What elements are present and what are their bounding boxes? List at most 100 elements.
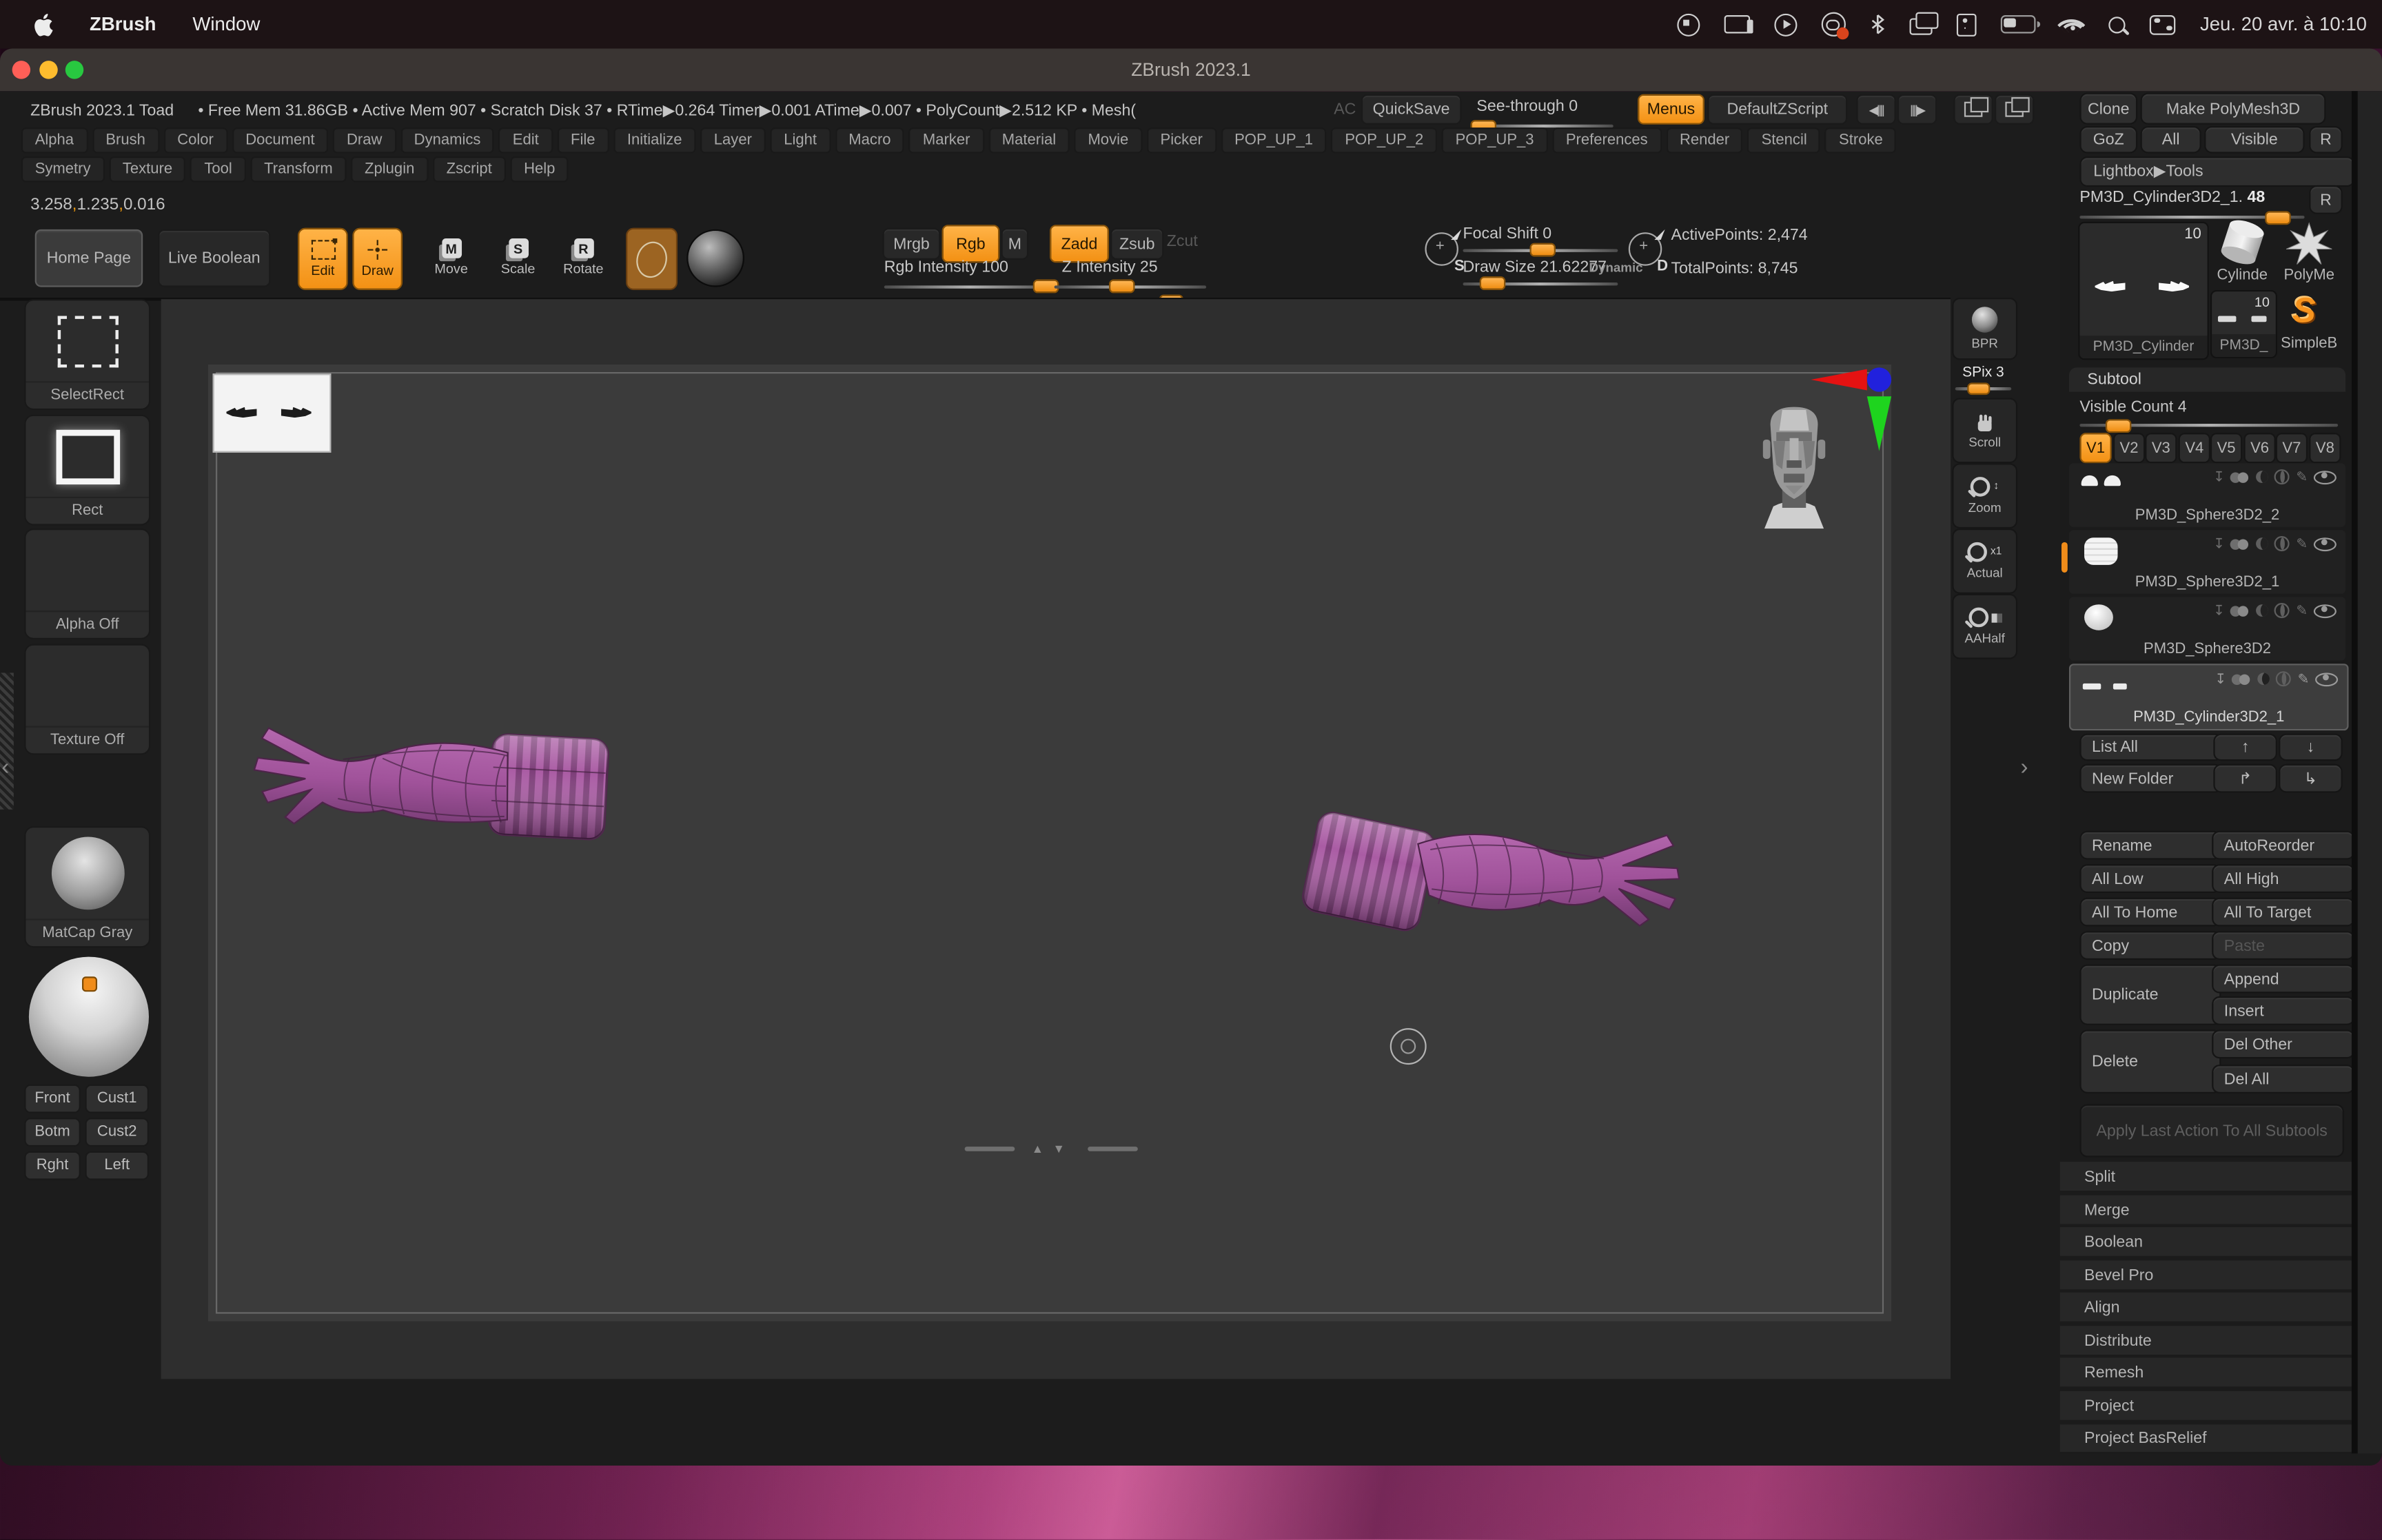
- draw-mode-button[interactable]: Draw: [352, 228, 403, 290]
- new-folder-button[interactable]: New Folder: [2079, 764, 2222, 793]
- axis-y-arrow[interactable]: [1867, 396, 1891, 451]
- menu-material[interactable]: Material: [988, 127, 1070, 153]
- active-tool-thumbnail[interactable]: 10 PM3D_Cylinder: [2078, 222, 2209, 360]
- scroll-down-icon[interactable]: ▼: [1052, 1142, 1064, 1156]
- store-config-button[interactable]: [1953, 94, 1993, 125]
- delete-button[interactable]: Delete: [2079, 1029, 2221, 1094]
- v4-button[interactable]: V4: [2179, 433, 2210, 463]
- current-material-button[interactable]: [686, 229, 744, 287]
- view-left-button[interactable]: Left: [85, 1151, 149, 1180]
- creative-cloud-icon[interactable]: [1822, 12, 1846, 37]
- v8-button[interactable]: V8: [2309, 433, 2341, 463]
- move-to-folder-button[interactable]: ↱: [2213, 764, 2277, 793]
- list-all-button[interactable]: List All: [2079, 734, 2222, 761]
- v7-button[interactable]: V7: [2276, 433, 2308, 463]
- view-cust2-button[interactable]: Cust2: [85, 1118, 149, 1147]
- draw-size-knob[interactable]: [1480, 276, 1505, 290]
- mrgb-button[interactable]: Mrgb: [883, 228, 941, 260]
- current-brush-button[interactable]: [626, 228, 678, 290]
- all-to-target-button[interactable]: All To Target: [2212, 898, 2354, 927]
- merge-button[interactable]: Merge: [2060, 1195, 2352, 1224]
- quicksave-button[interactable]: QuickSave: [1361, 94, 1461, 125]
- home-page-button[interactable]: Home Page: [35, 229, 143, 287]
- menu-movie[interactable]: Movie: [1075, 127, 1142, 153]
- subtool-up-button[interactable]: ↑: [2213, 734, 2277, 761]
- apply-last-action-button[interactable]: Apply Last Action To All Subtools: [2079, 1104, 2344, 1157]
- goz-visible-button[interactable]: Visible: [2204, 126, 2304, 154]
- apple-icon[interactable]: [33, 13, 53, 36]
- menubar-window-menu[interactable]: Window: [192, 14, 260, 35]
- eye-icon[interactable]: [2314, 470, 2337, 484]
- battery-icon[interactable]: [2001, 15, 2036, 33]
- actual-size-button[interactable]: x1 Actual: [1952, 528, 2017, 594]
- menu-symetry[interactable]: Symetry: [21, 156, 105, 182]
- v3-button[interactable]: V3: [2145, 433, 2177, 463]
- goz-r-button[interactable]: R: [2309, 126, 2342, 154]
- lightbox-tools-button[interactable]: Lightbox▶Tools: [2079, 156, 2354, 187]
- menu-zscript[interactable]: Zscript: [433, 156, 506, 182]
- edit-mode-button[interactable]: Edit: [298, 228, 348, 290]
- menu-render[interactable]: Render: [1666, 127, 1743, 153]
- menu-light[interactable]: Light: [770, 127, 830, 153]
- visible-count-knob[interactable]: [2106, 419, 2131, 433]
- record-icon[interactable]: [1678, 13, 1700, 36]
- tool-r-button[interactable]: R: [2309, 185, 2342, 214]
- stroke-rect-selector[interactable]: Rect: [24, 415, 150, 526]
- left-tray-toggle-icon[interactable]: ‹: [1, 754, 9, 780]
- next-ui-page-button[interactable]: ||||▶: [1897, 94, 1937, 125]
- scroll-canvas-button[interactable]: Scroll: [1952, 398, 2017, 463]
- menu-tool[interactable]: Tool: [191, 156, 246, 182]
- remesh-button[interactable]: Remesh: [2060, 1357, 2352, 1386]
- zcut-button[interactable]: Zcut: [1167, 232, 1198, 250]
- subtool-row[interactable]: ↧✎ PM3D_Sphere3D2: [2069, 597, 2345, 661]
- menu-document[interactable]: Document: [232, 127, 328, 153]
- all-high-button[interactable]: All High: [2212, 864, 2354, 893]
- focal-shift-knob[interactable]: [1530, 243, 1556, 257]
- draw-size-stamp-icon[interactable]: D: [1629, 229, 1668, 275]
- subtool-header[interactable]: Subtool: [2069, 367, 2345, 391]
- axis-z-dot[interactable]: [1867, 367, 1891, 391]
- scale-mode-button[interactable]: SScale: [497, 228, 540, 287]
- rgb-intensity-slider[interactable]: [884, 285, 1056, 288]
- canvas-scroll-bar-right[interactable]: [1088, 1147, 1138, 1151]
- subtool-row-selected[interactable]: ↧✎ PM3D_Cylinder3D2_1: [2069, 664, 2349, 730]
- m-button[interactable]: M: [1001, 228, 1029, 260]
- move-into-folder-button[interactable]: ↳: [2279, 764, 2343, 793]
- wifi-icon[interactable]: [2060, 15, 2084, 33]
- view-cust1-button[interactable]: Cust1: [85, 1085, 149, 1113]
- paste-button[interactable]: Paste: [2212, 931, 2354, 960]
- bluetooth-icon[interactable]: [1871, 14, 1886, 35]
- menu-dynamics[interactable]: Dynamics: [400, 127, 494, 153]
- bevel-pro-button[interactable]: Bevel Pro: [2060, 1260, 2352, 1289]
- left-tray-resize-strip[interactable]: [0, 673, 14, 809]
- menu-picker[interactable]: Picker: [1147, 127, 1217, 153]
- tool-simplebrush[interactable]: S SimpleB: [2277, 290, 2341, 356]
- alpha-selector[interactable]: Alpha Off: [24, 528, 150, 639]
- tool-pm3d-small[interactable]: 10 PM3D_: [2210, 290, 2277, 358]
- rgb-button[interactable]: Rgb: [942, 225, 1000, 263]
- tool-cylinder3d[interactable]: Cylinde: [2210, 222, 2274, 287]
- append-button[interactable]: Append: [2212, 965, 2354, 994]
- boolean-button[interactable]: Boolean: [2060, 1227, 2352, 1256]
- menu-pop-up-2[interactable]: POP_UP_2: [1332, 127, 1438, 153]
- clone-button[interactable]: Clone: [2079, 92, 2137, 124]
- zsub-button[interactable]: Zsub: [1110, 228, 1163, 260]
- menu-pop-up-3[interactable]: POP_UP_3: [1442, 127, 1548, 153]
- make-polymesh3d-button[interactable]: Make PolyMesh3D: [2141, 92, 2326, 124]
- prev-ui-page-button[interactable]: ◀||||: [1856, 94, 1895, 125]
- copy-button[interactable]: Copy: [2079, 931, 2221, 960]
- menu-file[interactable]: File: [557, 127, 609, 153]
- canvas-scroll-bar-left[interactable]: [965, 1147, 1015, 1151]
- menu-macro[interactable]: Macro: [835, 127, 904, 153]
- zadd-button[interactable]: Zadd: [1050, 225, 1109, 263]
- axis-x-arrow[interactable]: [1811, 369, 1867, 391]
- search-icon[interactable]: [2109, 16, 2126, 32]
- distribute-button[interactable]: Distribute: [2060, 1326, 2352, 1355]
- duplicate-button[interactable]: Duplicate: [2079, 965, 2221, 1025]
- menu-help[interactable]: Help: [510, 156, 569, 182]
- menubar-app-name[interactable]: ZBrush: [90, 14, 156, 35]
- menubar-clock[interactable]: Jeu. 20 avr. à 10:10: [2200, 14, 2367, 35]
- rename-button[interactable]: Rename: [2079, 831, 2221, 860]
- v6-button[interactable]: V6: [2243, 433, 2275, 463]
- subtool-row[interactable]: ↧✎ PM3D_Sphere3D2_2: [2069, 463, 2345, 527]
